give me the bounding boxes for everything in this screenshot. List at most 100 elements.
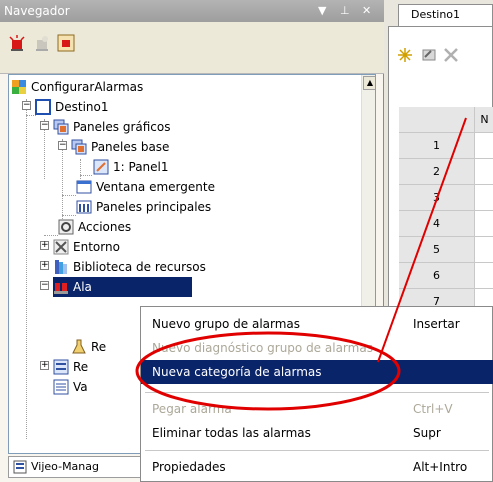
tree-line <box>44 235 58 236</box>
dropdown-icon[interactable]: ▼ <box>318 0 326 22</box>
tree-node-label: Va <box>73 380 88 394</box>
tree-line <box>62 139 63 219</box>
panels-icon <box>71 139 87 154</box>
menu-item-new-alarm-group[interactable]: Nuevo grupo de alarmas Insertar <box>141 312 493 336</box>
tree-node-resource-library[interactable]: Biblioteca de recursos <box>53 257 206 277</box>
grid-header-row: N <box>399 107 493 133</box>
target-icon <box>35 98 51 115</box>
tree-node-label: Destino1 <box>55 100 109 114</box>
menu-item-label: Nuevo grupo de alarmas <box>152 317 301 331</box>
collapse-toggle[interactable]: − <box>40 281 49 290</box>
menu-item-properties[interactable]: Propiedades Alt+Intro <box>141 455 493 479</box>
menu-item-label: Propiedades <box>152 460 226 474</box>
destination-toolbar <box>389 37 493 71</box>
row-number: 3 <box>399 185 475 210</box>
menu-item-new-diagnostic-group[interactable]: Nuevo diagnóstico grupo de alarmas <box>141 336 493 360</box>
tree-node-reports[interactable]: Re <box>53 357 88 377</box>
navigator-toolbar <box>0 22 384 74</box>
context-menu: Nuevo grupo de alarmas Insertar Nuevo di… <box>140 306 493 482</box>
grid-cell[interactable] <box>475 159 493 184</box>
edit-item-icon[interactable] <box>421 47 437 63</box>
bottom-tab-vijeo-manager[interactable]: Vijeo-Manag <box>8 456 148 478</box>
row-number: 6 <box>399 263 475 288</box>
alarm-box-icon[interactable] <box>57 34 75 52</box>
tree-node-popup-window[interactable]: Ventana emergente <box>76 177 215 197</box>
row-number: 4 <box>399 211 475 236</box>
tree-node-label: Ala <box>73 280 92 294</box>
tree-node-label: Re <box>73 360 89 374</box>
menu-item-shortcut: Insertar <box>413 317 460 331</box>
close-icon[interactable]: ✕ <box>362 0 371 22</box>
expand-toggle[interactable]: + <box>40 261 49 270</box>
menu-item-shortcut: Supr <box>413 426 441 440</box>
navigator-title-bar: Navegador ▼ ⊥ ✕ <box>0 0 384 22</box>
tree-node-target[interactable]: Destino1 <box>35 97 109 117</box>
grid-corner <box>399 107 475 132</box>
grid-cell[interactable] <box>475 263 493 288</box>
row-number: 2 <box>399 159 475 184</box>
menu-item-label: Pegar alarma <box>152 402 232 416</box>
expand-toggle[interactable]: + <box>40 361 49 370</box>
tree-node-panel1[interactable]: 1: Panel1 <box>93 157 169 177</box>
delete-icon[interactable] <box>443 47 459 63</box>
tree-node-alarms[interactable]: Ala <box>53 277 192 297</box>
grid-cell[interactable] <box>475 185 493 210</box>
bottom-tab-label: Vijeo-Manag <box>31 460 99 473</box>
expand-toggle[interactable]: + <box>40 241 49 250</box>
tree-node-environment[interactable]: Entorno <box>53 237 120 257</box>
tree-node-label: Ventana emergente <box>96 180 215 194</box>
tree-node-label: ConfigurarAlarmas <box>31 80 144 94</box>
window-icon <box>76 180 92 193</box>
manager-icon <box>13 460 27 474</box>
grid-row[interactable]: 1 <box>399 133 493 159</box>
alarm-red-icon[interactable] <box>8 34 26 52</box>
panels-icon <box>53 119 69 134</box>
grid-cell[interactable] <box>475 211 493 236</box>
menu-item-paste-alarm[interactable]: Pegar alarma Ctrl+V <box>141 397 493 421</box>
menu-item-label: Nuevo diagnóstico grupo de alarmas <box>152 341 373 355</box>
tree-node-label: Biblioteca de recursos <box>73 260 206 274</box>
grid-column-header[interactable]: N <box>475 107 493 132</box>
menu-item-label: Eliminar todas las alarmas <box>152 426 311 440</box>
tree-node-actions[interactable]: Acciones <box>58 217 131 237</box>
alarm-gray-icon[interactable] <box>33 34 51 52</box>
grid-row[interactable]: 2 <box>399 159 493 185</box>
grid-row[interactable]: 6 <box>399 263 493 289</box>
collapse-toggle[interactable]: − <box>40 121 49 130</box>
menu-separator <box>145 392 489 393</box>
tree-line <box>62 215 76 216</box>
grid-row[interactable]: 5 <box>399 237 493 263</box>
tree-node-main-panels[interactable]: Paneles principales <box>76 197 211 217</box>
alarms-icon <box>54 282 68 294</box>
scroll-up-icon[interactable]: ▲ <box>363 76 375 90</box>
tree-node-label: 1: Panel1 <box>113 160 169 174</box>
new-item-icon[interactable] <box>397 47 413 63</box>
collapse-toggle[interactable]: − <box>22 101 31 110</box>
tree-line <box>80 159 81 179</box>
menu-item-new-alarm-category[interactable]: Nueva categoría de alarmas <box>141 360 493 384</box>
tree-line <box>80 175 92 176</box>
panels-icon <box>76 200 92 213</box>
library-icon <box>55 259 67 274</box>
tree-node-recipes[interactable]: Re <box>71 337 106 357</box>
grid-cell[interactable] <box>475 237 493 262</box>
panel-icon <box>93 159 109 174</box>
grid-row[interactable]: 4 <box>399 211 493 237</box>
collapse-toggle[interactable]: − <box>58 141 67 150</box>
tree-node-variables[interactable]: Va <box>53 377 88 397</box>
tab-destination[interactable]: Destino1 <box>398 4 493 26</box>
row-number: 1 <box>399 133 475 158</box>
tree-line <box>26 99 27 439</box>
tree-node-base-panels[interactable]: Paneles base <box>71 137 169 157</box>
tree-node-graphic-panels[interactable]: Paneles gráficos <box>53 117 170 137</box>
alarm-grid: N 1 2 3 4 5 6 7 <box>399 107 493 315</box>
tree-node-label: Paneles principales <box>96 200 212 214</box>
menu-item-delete-all-alarms[interactable]: Eliminar todas las alarmas Supr <box>141 421 493 445</box>
grid-row[interactable]: 3 <box>399 185 493 211</box>
grid-cell[interactable] <box>475 133 493 158</box>
tree-node-label: Paneles base <box>91 140 170 154</box>
tree-node-label: Entorno <box>73 240 120 254</box>
tree-node-project[interactable]: ConfigurarAlarmas <box>11 77 143 97</box>
pin-icon[interactable]: ⊥ <box>340 0 350 22</box>
variables-icon <box>53 379 69 394</box>
